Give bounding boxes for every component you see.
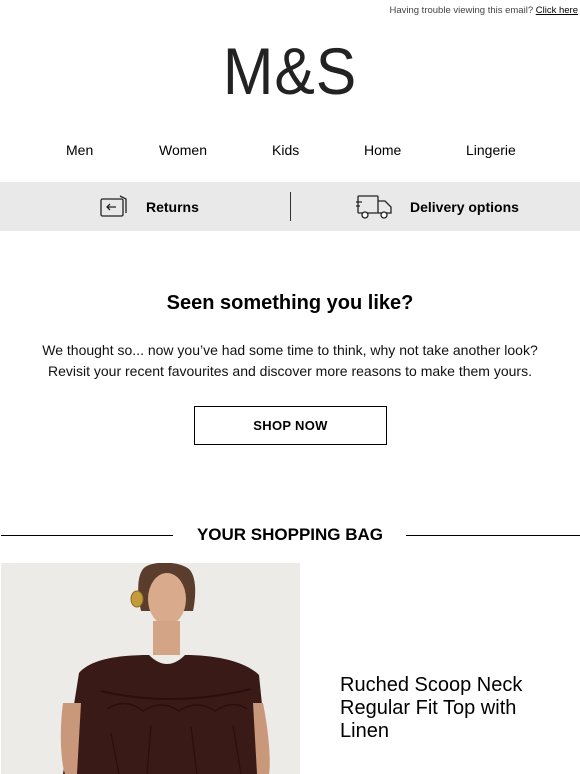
service-bar: Returns Delivery options	[0, 182, 580, 231]
view-in-browser-bar: Having trouble viewing this email? Click…	[389, 5, 578, 16]
returns-link[interactable]: Returns	[100, 182, 199, 231]
nav-item-lingerie[interactable]: Lingerie	[466, 142, 516, 158]
nav-item-women[interactable]: Women	[159, 142, 207, 158]
model-illustration	[1, 563, 300, 774]
returns-label: Returns	[146, 198, 199, 215]
click-here-link[interactable]: Click here	[536, 5, 578, 16]
nav-item-kids[interactable]: Kids	[272, 142, 299, 158]
delivery-truck-icon	[356, 194, 393, 220]
product-name[interactable]: Ruched Scoop Neck Regular Fit Top with L…	[340, 674, 560, 743]
category-nav: Men Women Kids Home Lingerie	[0, 142, 580, 160]
trouble-viewing-text: Having trouble viewing this email?	[389, 5, 534, 16]
ms-logo[interactable]: M&S	[23, 38, 557, 104]
nav-item-home[interactable]: Home	[364, 142, 401, 158]
delivery-options-link[interactable]: Delivery options	[356, 182, 519, 231]
shop-now-button[interactable]: SHOP NOW	[194, 406, 387, 445]
delivery-options-label: Delivery options	[410, 198, 519, 215]
returns-card-icon	[100, 194, 128, 219]
hero-body-line-2: Revisit your recent favourites and disco…	[48, 363, 532, 379]
hero-body: We thought so... now you’ve had some tim…	[0, 340, 580, 382]
product-image[interactable]	[1, 563, 300, 774]
shopping-bag-header: YOUR SHOPPING BAG	[0, 524, 580, 546]
divider-right	[406, 535, 580, 536]
hero-headline: Seen something you like?	[166, 292, 414, 314]
nav-item-men[interactable]: Men	[66, 142, 93, 158]
hero-body-line-1: We thought so... now you’ve had some tim…	[42, 342, 538, 358]
service-divider	[290, 192, 291, 221]
